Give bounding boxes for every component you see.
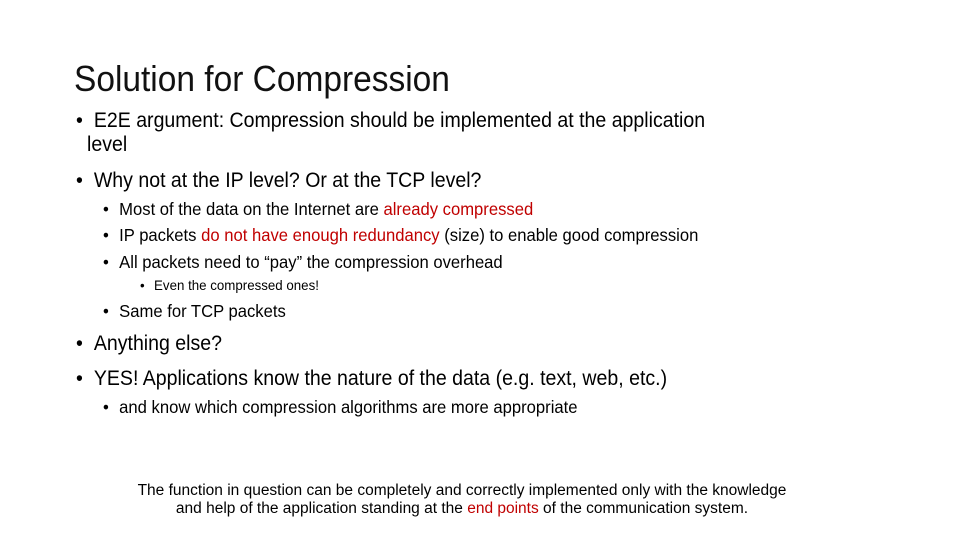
bullet-text: YES! Applications know the nature of the… <box>93 367 668 390</box>
bullet-text: All packets need to “pay” the compressio… <box>119 252 503 272</box>
bullet-icon: • <box>76 109 83 132</box>
sub-bullet-ip-packets: • IP packets do not have enough redundan… <box>103 225 698 246</box>
highlight-text: end points <box>467 500 539 517</box>
sub-sub-bullet-even-compressed: • Even the compressed ones! <box>140 277 319 293</box>
slide-title: Solution for Compression <box>74 58 450 99</box>
footer-text: of the communication system. <box>538 500 749 517</box>
bullet-text: E2E argument: Compression should be impl… <box>93 109 706 132</box>
highlight-text: already compressed <box>383 199 534 219</box>
bullet-icon: • <box>103 252 109 272</box>
bullet-icon: • <box>103 301 109 321</box>
bullet-text: IP packets <box>119 225 202 245</box>
bullet-icon: • <box>103 225 109 245</box>
bullet-text: level <box>87 133 128 156</box>
bullet-icon: • <box>140 277 145 293</box>
bullet-icon: • <box>76 332 83 355</box>
footer-line-2: and help of the application standing at … <box>0 500 924 518</box>
sub-bullet-same-for-tcp: • Same for TCP packets <box>103 301 286 322</box>
bullet-e2e-argument-cont: level <box>87 133 127 157</box>
highlight-text: do not have enough redundancy <box>201 225 440 245</box>
footer-text: and help of the application standing at … <box>175 500 468 517</box>
bullet-why-not: • Why not at the IP level? Or at the TCP… <box>76 169 481 193</box>
bullet-icon: • <box>76 367 83 390</box>
bullet-yes-applications: • YES! Applications know the nature of t… <box>76 367 667 391</box>
bullet-text: Most of the data on the Internet are <box>119 199 384 219</box>
bullet-text: Same for TCP packets <box>119 301 286 321</box>
bullet-e2e-argument: • E2E argument: Compression should be im… <box>76 109 705 133</box>
footer-line-1: The function in question can be complete… <box>137 482 787 499</box>
bullet-anything-else: • Anything else? <box>76 332 222 356</box>
footer-quote: The function in question can be complete… <box>0 482 924 518</box>
bullet-icon: • <box>103 397 109 417</box>
sub-bullet-already-compressed: • Most of the data on the Internet are a… <box>103 199 533 220</box>
bullet-text: Anything else? <box>93 332 222 355</box>
bullet-text: Even the compressed ones! <box>154 277 319 293</box>
sub-bullet-know-algorithms: • and know which compression algorithms … <box>103 397 578 418</box>
bullet-icon: • <box>76 169 83 192</box>
sub-bullet-all-packets: • All packets need to “pay” the compress… <box>103 252 503 273</box>
bullet-text: Why not at the IP level? Or at the TCP l… <box>93 169 482 192</box>
bullet-text: and know which compression algorithms ar… <box>119 397 578 417</box>
bullet-icon: • <box>103 199 109 219</box>
bullet-text: (size) to enable good compression <box>439 225 699 245</box>
